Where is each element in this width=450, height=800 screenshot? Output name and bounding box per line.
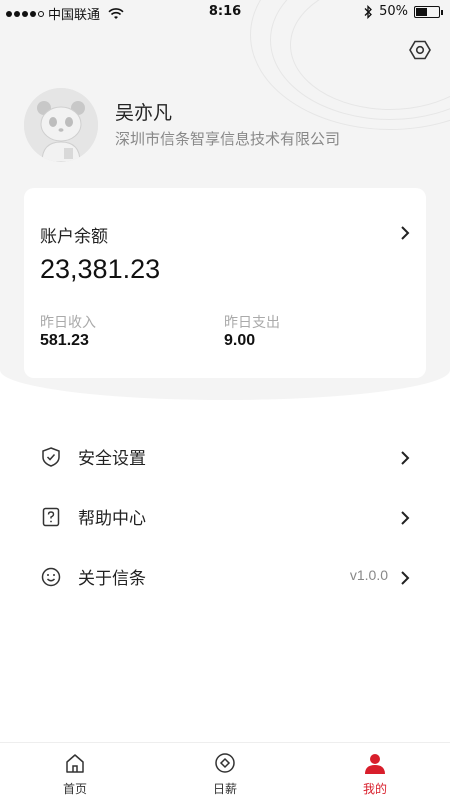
user-name: 吴亦凡 <box>115 102 173 124</box>
chevron-right-icon <box>401 451 410 465</box>
bluetooth-icon <box>364 4 373 19</box>
app-version: v1.0.0 <box>349 567 388 583</box>
income-label: 昨日收入 <box>40 315 96 331</box>
chevron-right-icon <box>401 511 410 525</box>
expense-value: 9.00 <box>224 332 256 349</box>
balance-card[interactable]: 账户余额 23,381.23 昨日收入 581.23 昨日支出 9.00 <box>24 188 426 378</box>
coin-icon <box>212 750 238 776</box>
user-company: 深圳市信条智享信息技术有限公司 <box>115 130 341 148</box>
home-icon <box>62 750 88 776</box>
menu-item-label: 安全设置 <box>78 449 146 469</box>
status-right: 50% <box>363 4 443 19</box>
battery-percent: 50% <box>379 4 408 19</box>
tab-home[interactable]: 首页 <box>0 743 150 800</box>
battery-fill <box>416 7 427 16</box>
avatar[interactable] <box>24 88 98 162</box>
settings-menu: 安全设置 帮助中心 关于信条 v1.0.0 <box>0 426 450 606</box>
balance-amount: 23,381.23 <box>40 254 161 284</box>
income-value: 581.23 <box>40 332 89 349</box>
smile-icon <box>41 567 61 587</box>
menu-item-label: 关于信条 <box>78 569 146 589</box>
panda-avatar-icon <box>24 88 98 162</box>
balance-title: 账户余额 <box>40 227 108 247</box>
battery-icon <box>414 5 443 18</box>
tab-label: 日薪 <box>212 782 237 796</box>
tab-salary[interactable]: 日薪 <box>150 743 300 800</box>
user-icon <box>362 750 388 776</box>
tab-label: 首页 <box>62 782 87 796</box>
gear-icon <box>409 40 431 60</box>
menu-item-security[interactable]: 安全设置 <box>0 426 450 486</box>
shield-check-icon <box>42 447 60 467</box>
help-icon <box>42 507 60 527</box>
menu-item-label: 帮助中心 <box>78 509 146 529</box>
menu-item-about[interactable]: 关于信条 v1.0.0 <box>0 546 450 606</box>
tab-bar: 首页 日薪 我的 <box>0 742 450 800</box>
expense-label: 昨日支出 <box>224 315 280 331</box>
menu-item-help[interactable]: 帮助中心 <box>0 486 450 546</box>
tab-label: 我的 <box>362 782 387 796</box>
tab-mine[interactable]: 我的 <box>300 743 450 800</box>
chevron-right-icon[interactable] <box>400 225 410 241</box>
status-bar: 中国联通 8:16 50% <box>0 0 450 24</box>
settings-button[interactable] <box>408 38 432 62</box>
chevron-right-icon <box>401 571 410 585</box>
